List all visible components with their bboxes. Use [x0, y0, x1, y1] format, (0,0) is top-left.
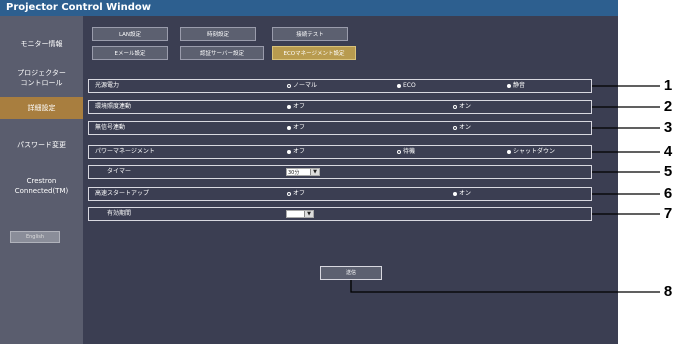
setting-row-timer: タイマー 30分 ▼ [88, 165, 592, 179]
sidebar-item-advanced-settings[interactable]: 詳細設定 [0, 97, 83, 119]
english-button[interactable]: English [10, 231, 60, 243]
callout-number: 5 [663, 163, 673, 180]
sidebar-item-label: Crestron [26, 177, 57, 185]
setting-row-quick-startup: 高速スタートアップ オフ オン [88, 187, 592, 201]
radio-label: ノーマル [293, 82, 318, 89]
radio-quick-startup-on[interactable]: オン [453, 188, 471, 200]
radio-label: ECO [403, 82, 416, 89]
radio-off-icon [397, 149, 401, 154]
window-title: Projector Control Window [0, 0, 618, 16]
radio-label: オフ [293, 148, 306, 155]
radio-off-icon [453, 125, 457, 130]
setting-label: 光源電力 [95, 82, 120, 89]
sidebar-item-label: パスワード変更 [17, 141, 66, 149]
callout-number: 3 [663, 119, 673, 136]
callout-number: 7 [663, 205, 673, 222]
radio-label: オフ [293, 103, 306, 110]
sidebar-item-monitor-info[interactable]: モニター情報 [0, 32, 83, 56]
radio-power-off[interactable]: オフ [287, 146, 305, 158]
radio-light-power-quiet[interactable]: 静音 [507, 80, 525, 92]
tab-email-settings[interactable]: Eメール設定 [92, 46, 168, 60]
setting-row-power-management: パワーマネージメント オフ 待機 シャットダウン [88, 145, 592, 159]
radio-quick-startup-off[interactable]: オフ [287, 188, 305, 200]
radio-ambient-off[interactable]: オフ [287, 101, 305, 113]
setting-row-ambient-light: 環境照度連動 オフ オン [88, 100, 592, 114]
sidebar-item-label: プロジェクター [17, 69, 66, 77]
callout-number: 1 [663, 77, 673, 94]
tab-auth-server-settings[interactable]: 認証サーバー設定 [180, 46, 264, 60]
radio-on-icon [287, 149, 291, 154]
radio-no-signal-off[interactable]: オフ [287, 122, 305, 134]
timer-select-value: 30分 [288, 170, 300, 176]
sidebar-item-label: 詳細設定 [27, 104, 56, 112]
sidebar-item-crestron[interactable]: Crestron Connected(TM) [0, 174, 83, 198]
setting-label: 高速スタートアップ [95, 190, 150, 197]
radio-on-icon [507, 83, 511, 88]
radio-on-icon [287, 125, 291, 130]
radio-label: オン [459, 124, 472, 131]
setting-label: タイマー [107, 168, 132, 175]
projector-control-window: Projector Control Window モニター情報 プロジェクター … [0, 0, 618, 344]
radio-on-icon [397, 83, 401, 88]
sidebar: モニター情報 プロジェクター コントロール 詳細設定 パスワード変更 Crest… [0, 16, 83, 344]
radio-off-icon [453, 104, 457, 109]
radio-ambient-on[interactable]: オン [453, 101, 471, 113]
radio-off-icon [287, 83, 291, 88]
chevron-down-icon: ▼ [304, 211, 313, 217]
radio-label: オフ [293, 190, 306, 197]
callout-number: 4 [663, 143, 673, 160]
timer-select[interactable]: 30分 ▼ [286, 168, 320, 176]
sidebar-item-change-password[interactable]: パスワード変更 [0, 136, 83, 154]
radio-on-icon [287, 104, 291, 109]
sidebar-item-label: コントロール [20, 79, 63, 87]
radio-light-power-normal[interactable]: ノーマル [287, 80, 317, 92]
submit-button[interactable]: 送信 [320, 266, 382, 280]
radio-label: オフ [293, 124, 306, 131]
sidebar-item-label: モニター情報 [20, 40, 63, 48]
callout-number: 6 [663, 185, 673, 202]
sidebar-item-projector-control[interactable]: プロジェクター コントロール [0, 64, 83, 92]
setting-label: 有効期間 [107, 210, 132, 217]
radio-label: 静音 [513, 82, 526, 89]
tab-time-settings[interactable]: 時刻設定 [180, 27, 256, 41]
radio-no-signal-on[interactable]: オン [453, 122, 471, 134]
radio-off-icon [287, 191, 291, 196]
radio-label: 待機 [403, 148, 416, 155]
setting-row-light-power: 光源電力 ノーマル ECO 静音 [88, 79, 592, 93]
tab-lan-settings[interactable]: LAN設定 [92, 27, 168, 41]
radio-light-power-eco[interactable]: ECO [397, 80, 416, 92]
setting-row-no-signal: 無信号連動 オフ オン [88, 121, 592, 135]
valid-period-select[interactable]: ▼ [286, 210, 314, 218]
setting-label: パワーマネージメント [95, 148, 155, 155]
radio-on-icon [453, 191, 457, 196]
setting-row-valid-period: 有効期間 ▼ [88, 207, 592, 221]
radio-power-shutdown[interactable]: シャットダウン [507, 146, 555, 158]
radio-on-icon [507, 149, 511, 154]
radio-label: オン [459, 103, 472, 110]
radio-label: オン [459, 190, 472, 197]
callout-number: 2 [663, 98, 673, 115]
tab-connection-test[interactable]: 接続テスト [272, 27, 348, 41]
chevron-down-icon: ▼ [310, 169, 319, 175]
radio-power-standby[interactable]: 待機 [397, 146, 415, 158]
tab-eco-management[interactable]: ECOマネージメント設定 [272, 46, 356, 60]
radio-label: シャットダウン [513, 148, 556, 155]
setting-label: 環境照度連動 [95, 103, 132, 110]
sidebar-item-label: Connected(TM) [14, 187, 69, 195]
setting-label: 無信号連動 [95, 124, 126, 131]
callout-number: 8 [663, 283, 673, 300]
